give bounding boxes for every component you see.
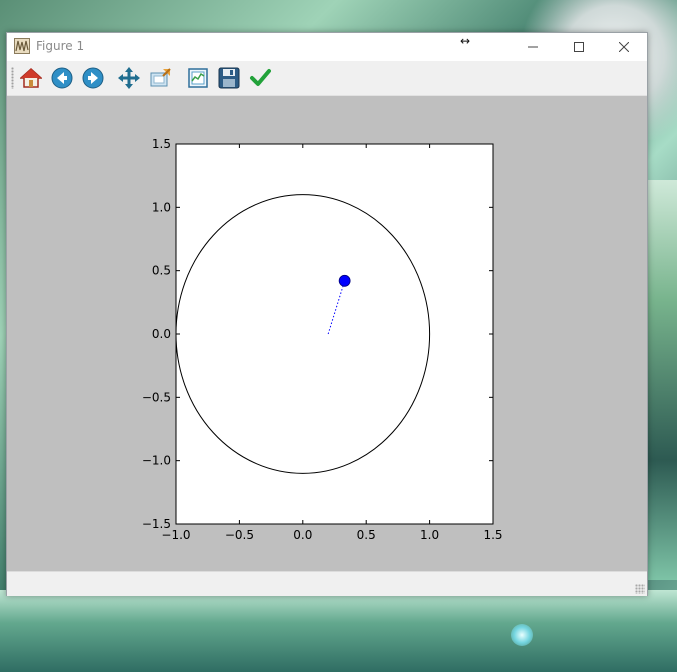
back-button[interactable]: [49, 65, 75, 91]
x-tick-label: 1.5: [483, 528, 502, 542]
x-tick-label: −0.5: [225, 528, 254, 542]
status-bar: [7, 571, 647, 596]
pan-icon: [118, 67, 140, 89]
edit-parameters-icon: [250, 69, 271, 86]
pendulum-bob-series: [338, 274, 351, 287]
figure-window[interactable]: Figure 1 ↔ −1.0 −0.5 0.0 0.5 1.0 1.5 1.5…: [6, 32, 648, 596]
desktop-wallpaper-orb: [511, 624, 533, 646]
zoom-button[interactable]: [147, 65, 173, 91]
y-tick-label: 1.0: [152, 200, 171, 214]
plot-svg[interactable]: −1.0 −0.5 0.0 0.5 1.0 1.5 1.5 1.0 0.5 0.0 −0.5 −1.…: [7, 96, 647, 571]
y-tick-label: −0.5: [142, 390, 171, 404]
y-tick-label: 0.0: [152, 327, 171, 341]
close-button[interactable]: [601, 33, 647, 61]
x-tick-label: 1.0: [420, 528, 439, 542]
back-icon: [51, 67, 73, 89]
home-button[interactable]: [18, 65, 44, 91]
matplotlib-app-icon: [14, 38, 30, 54]
y-tick-label: −1.0: [142, 454, 171, 468]
navigation-toolbar: [7, 61, 647, 96]
resize-cursor-icon: ↔: [460, 34, 471, 48]
x-tick-label: 0.5: [357, 528, 376, 542]
forward-button[interactable]: [80, 65, 106, 91]
close-icon: [619, 42, 629, 52]
y-tick-label: 1.5: [152, 137, 171, 151]
axes-background: [175, 143, 494, 525]
y-tick-label: 0.5: [152, 264, 171, 278]
configure-subplots-icon: [188, 68, 208, 88]
maximize-icon: [574, 42, 584, 52]
home-icon: [20, 67, 42, 88]
x-tick-label: 0.0: [293, 528, 312, 542]
zoom-icon: [150, 68, 171, 87]
desktop-wallpaper-bottom: [0, 590, 677, 672]
resize-grip[interactable]: [635, 584, 645, 594]
window-title: Figure 1: [36, 39, 85, 53]
configure-subplots-button[interactable]: [185, 65, 211, 91]
maximize-button[interactable]: [556, 33, 602, 61]
y-tick-label: −1.5: [142, 517, 171, 531]
figure-canvas[interactable]: −1.0 −0.5 0.0 0.5 1.0 1.5 1.5 1.0 0.5 0.0 −0.5 −1.…: [7, 96, 647, 571]
pendulum-bob: [338, 274, 351, 287]
save-icon: [218, 67, 240, 89]
save-button[interactable]: [216, 65, 242, 91]
minimize-icon: [528, 46, 538, 48]
edit-parameters-button[interactable]: [247, 65, 273, 91]
pan-button[interactable]: [116, 65, 142, 91]
minimize-button[interactable]: [510, 33, 556, 61]
toolbar-grip[interactable]: [11, 67, 14, 89]
forward-icon: [82, 67, 104, 89]
title-bar[interactable]: Figure 1 ↔: [7, 33, 647, 61]
